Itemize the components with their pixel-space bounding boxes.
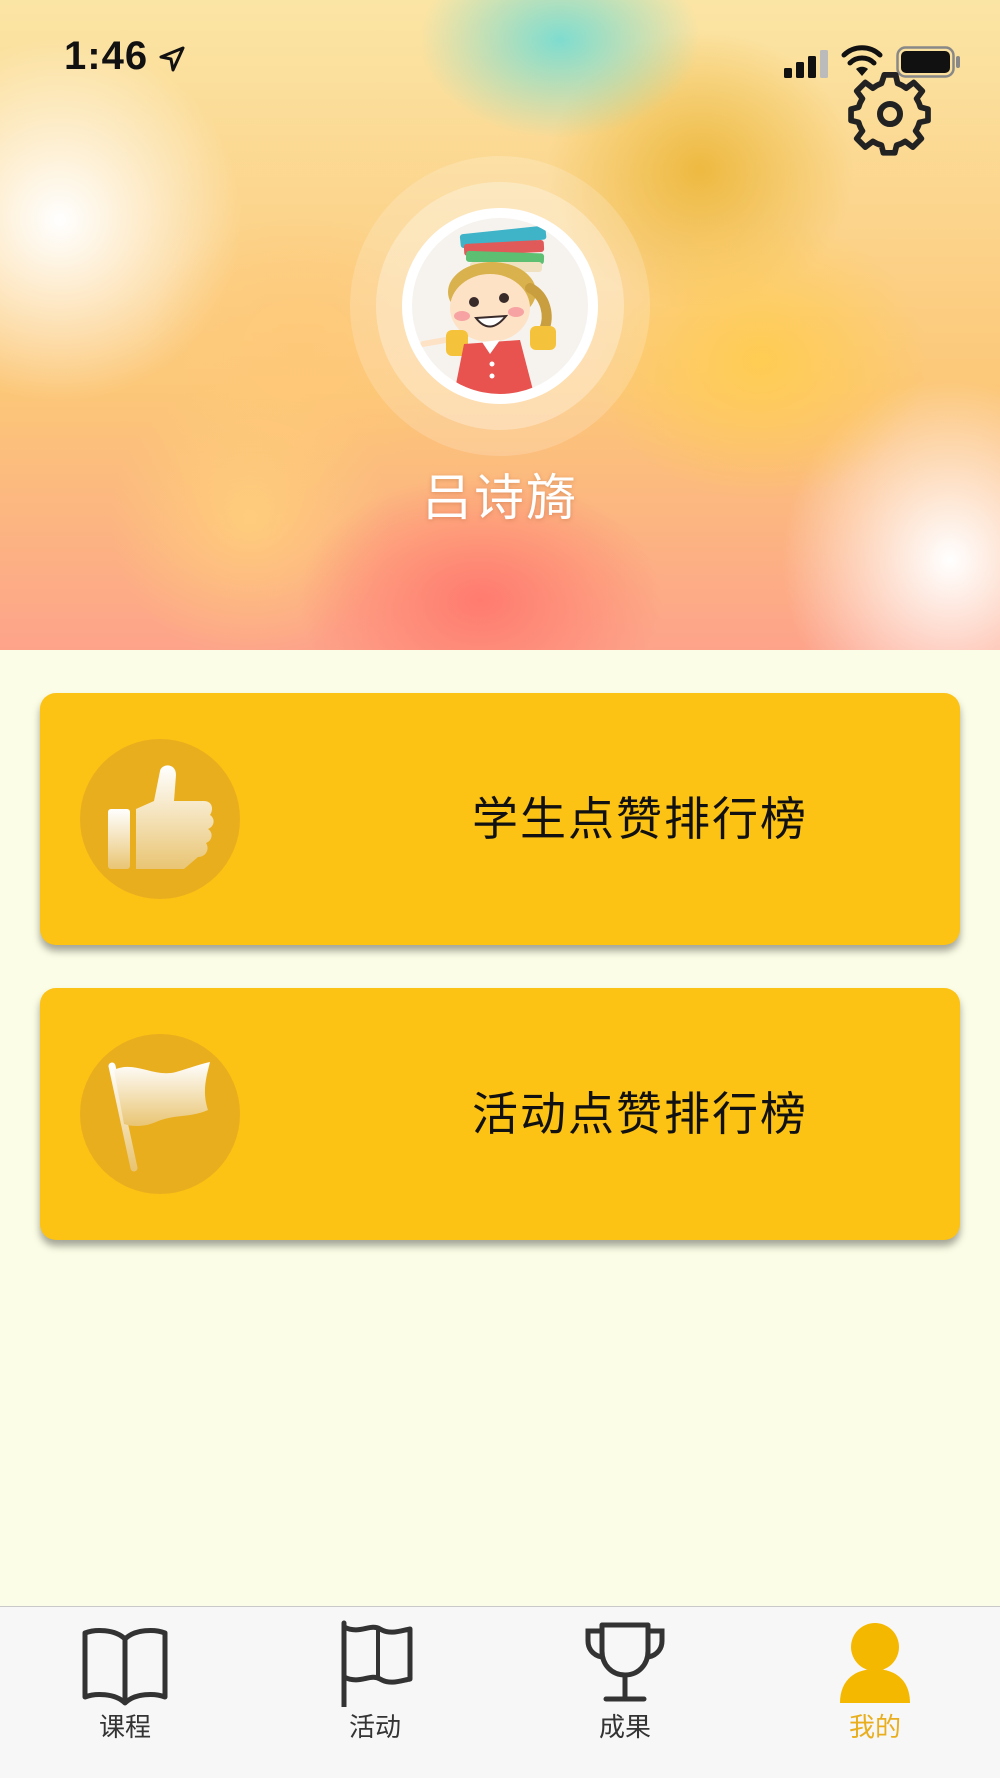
book-icon [82, 1628, 168, 1706]
status-time: 1:46 [64, 34, 149, 78]
tab-label: 我的 [848, 1713, 901, 1743]
user-name: 吕诗旖 [422, 469, 578, 527]
profile-screen: 1:46 吕诗旖 学生点赞排行榜 活动点赞排行榜 课程 活动 成果 我的 [0, 0, 1000, 1778]
thumbs-up-icon [108, 765, 214, 869]
flag-icon [108, 1062, 210, 1172]
tab-label: 课程 [98, 1713, 151, 1743]
student-likes-ranking-card[interactable]: 学生点赞排行榜 [40, 693, 960, 945]
girl-with-books-illustration [420, 225, 556, 394]
person-icon [840, 1623, 910, 1703]
tab-courses[interactable]: 课程 [0, 1607, 250, 1778]
avatar-illustration [412, 218, 588, 394]
flag-icon [341, 1620, 413, 1707]
tab-activities[interactable]: 活动 [250, 1607, 500, 1778]
avatar[interactable] [402, 208, 598, 404]
rank-label: 活动点赞排行榜 [472, 1087, 808, 1141]
rank-icon-circle [80, 739, 240, 899]
location-arrow-icon [159, 46, 185, 72]
tab-bar: 课程 活动 成果 我的 [0, 1606, 1000, 1778]
rank-icon-circle [80, 1034, 240, 1194]
tab-label: 活动 [348, 1713, 401, 1743]
cellular-signal-icon [784, 50, 828, 78]
rank-label: 学生点赞排行榜 [472, 792, 808, 846]
tab-label: 成果 [598, 1713, 651, 1743]
tab-achievements[interactable]: 成果 [500, 1607, 750, 1778]
trophy-icon [585, 1622, 665, 1702]
settings-gear-icon[interactable] [848, 72, 932, 156]
activity-likes-ranking-card[interactable]: 活动点赞排行榜 [40, 988, 960, 1240]
profile-header: 1:46 吕诗旖 [0, 0, 1000, 650]
tab-mine[interactable]: 我的 [750, 1607, 1000, 1778]
